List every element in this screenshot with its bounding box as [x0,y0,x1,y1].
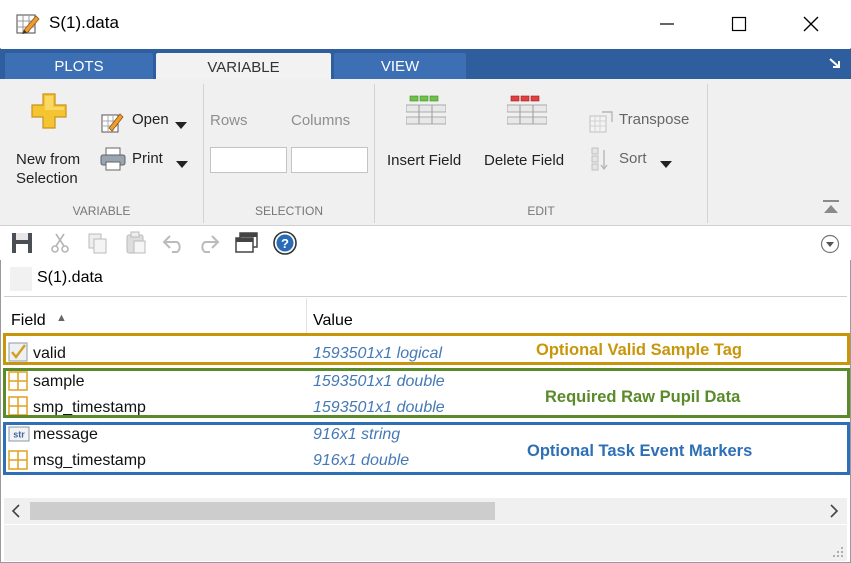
copy-icon[interactable] [86,231,110,255]
insert-field-button[interactable]: Insert Field [383,90,475,176]
open-button[interactable]: Open [98,108,193,134]
close-button[interactable] [787,8,835,40]
address-path: S(1).data [37,269,103,286]
open-edit-icon [100,110,124,139]
transpose-icon [588,110,614,139]
printer-icon [100,147,126,176]
delete-field-label: Delete Field [484,152,565,169]
sort-icon [588,146,614,177]
svg-text:?: ? [281,236,289,251]
section-separator [203,84,204,223]
delete-field-button[interactable]: Delete Field [480,90,575,176]
redo-icon[interactable] [196,231,220,255]
sort-button[interactable]: Sort [586,146,681,172]
struct-variable-icon [10,267,32,291]
tab-view[interactable]: VIEW [334,53,466,80]
address-divider [4,296,847,297]
section-label-selection: SELECTION [254,204,323,218]
sort-dropdown-chevron-icon [660,156,672,174]
section-separator [707,84,708,223]
rows-input[interactable] [210,147,287,173]
transpose-label: Transpose [619,111,690,128]
cut-icon[interactable] [48,231,72,255]
paste-icon[interactable] [124,231,148,255]
scrollbar-thumb[interactable] [30,502,495,520]
scroll-left-icon[interactable] [10,503,22,524]
column-divider[interactable] [306,298,307,333]
sort-ascending-icon: ▲ [56,312,67,324]
dock-window-icon[interactable] [235,231,259,255]
transpose-button[interactable]: Transpose [586,108,701,134]
column-header-value[interactable]: Value [313,312,353,330]
maximize-icon [731,16,747,32]
save-icon[interactable] [10,231,34,255]
minimize-button[interactable] [643,8,691,40]
columns-label: Columns [291,112,351,129]
columns-input[interactable] [291,147,368,173]
print-dropdown-chevron-icon [176,156,188,174]
column-header-field[interactable]: Field [11,312,46,330]
new-from-selection-button[interactable]: New from Selection [10,88,86,192]
print-label: Print [132,150,163,167]
variable-editor-app-icon [16,12,40,36]
sort-label: Sort [619,150,647,167]
resize-grip-icon[interactable] [832,545,844,563]
new-plus-icon [30,92,68,135]
expand-toolstrip-icon[interactable] [828,56,842,74]
annotation-optional-valid-sample-tag: Optional Valid Sample Tag [536,341,742,359]
window-title: S(1).data [49,13,119,32]
tab-plots[interactable]: PLOTS [5,53,153,80]
tab-variable[interactable]: VARIABLE [156,53,331,82]
collapse-toolstrip-icon[interactable] [822,199,840,220]
delete-field-icon [506,94,548,135]
section-label-edit: EDIT [527,204,555,218]
help-icon[interactable]: ? [273,231,297,255]
open-dropdown-chevron-icon [175,117,187,135]
print-button[interactable]: Print [98,146,193,172]
status-bar [4,525,847,561]
close-icon [803,16,819,32]
new-from-selection-label-line2: Selection [16,170,78,187]
insert-field-label: Insert Field [387,152,462,169]
minimize-icon [660,23,674,25]
annotation-required-raw-pupil-data: Required Raw Pupil Data [545,388,741,406]
open-label: Open [132,111,169,128]
rows-label: Rows [210,112,248,129]
section-separator [374,84,375,223]
section-label-variable: VARIABLE [72,204,131,218]
annotation-optional-task-event-markers: Optional Task Event Markers [527,442,753,460]
insert-field-icon [405,94,447,135]
options-chevron-icon[interactable] [820,234,840,259]
new-from-selection-label-line1: New from [16,151,81,168]
scroll-right-icon[interactable] [828,503,840,524]
undo-icon[interactable] [162,231,186,255]
maximize-button[interactable] [715,8,763,40]
table-header [4,298,847,333]
